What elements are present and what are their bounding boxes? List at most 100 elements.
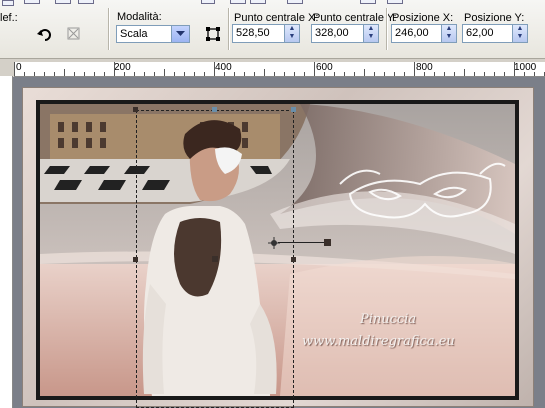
center-y-stepper[interactable]: ▲ ▼ (363, 25, 378, 42)
toolbar-icon-10[interactable] (387, 0, 403, 4)
ruler-tick (114, 62, 115, 76)
toolbar-icon-2[interactable] (24, 0, 40, 4)
down-arrow-icon[interactable]: ▼ (285, 33, 299, 41)
center-y-field[interactable]: 328,00 ▲ ▼ (311, 24, 379, 43)
ruler-tick (14, 62, 15, 76)
toolbar-icon-6[interactable] (230, 0, 246, 4)
ruler-tick (414, 62, 415, 76)
pos-y-label: Posizione Y: (464, 12, 525, 24)
selection-handle[interactable] (291, 107, 296, 112)
ruler-tick (134, 72, 135, 76)
toolbar-separator (386, 8, 388, 50)
pos-y-stepper[interactable]: ▲ ▼ (512, 25, 527, 42)
ruler-label: 1000 (514, 62, 537, 73)
mode-dropdown[interactable]: Scala (116, 25, 190, 43)
mode-label: Modalità: (117, 11, 162, 23)
center-x-field[interactable]: 528,50 ▲ ▼ (232, 24, 300, 43)
watermark-line2: www.maldiregrafica.eu (302, 334, 455, 349)
horizontal-ruler[interactable]: 0 200 400 600 800 1000 (14, 62, 545, 77)
pos-x-label: Posizione X: (392, 12, 454, 24)
ruler-tick (244, 72, 245, 76)
ruler-tick (84, 72, 85, 76)
ruler-tick (524, 72, 525, 76)
selection-handle[interactable] (212, 256, 218, 262)
pick-tool-icon[interactable] (205, 26, 221, 42)
center-x-value: 528,50 (236, 27, 270, 39)
center-x-label: Punto centrale X: (234, 12, 319, 24)
toolbar-separator (108, 8, 110, 50)
down-arrow-icon[interactable]: ▼ (364, 33, 378, 41)
pos-y-value: 62,00 (466, 27, 494, 39)
ruler-tick (454, 72, 455, 76)
mode-value: Scala (120, 28, 148, 40)
rotation-arm (278, 242, 326, 243)
down-arrow-icon[interactable]: ▼ (513, 33, 527, 41)
reset-icon[interactable] (66, 26, 82, 42)
ruler-label: 200 (114, 62, 131, 73)
up-arrow-icon[interactable]: ▲ (364, 25, 378, 33)
undo-arrow-icon[interactable] (36, 26, 54, 42)
tool-options-toolbar: lef.: Modalità: Scala Punto centrale X: … (0, 0, 545, 59)
ruler-tick (54, 72, 55, 76)
ruler-tick (474, 72, 475, 76)
ruler-tick (384, 72, 385, 76)
ruler-tick (504, 72, 505, 76)
down-arrow-icon[interactable]: ▼ (442, 33, 456, 41)
ruler-tick (424, 72, 425, 76)
cut-label: lef.: (0, 12, 18, 24)
ruler-tick (224, 72, 225, 76)
selection-handle[interactable] (133, 107, 138, 112)
ruler-tick (404, 72, 405, 76)
toolbar-icon-3[interactable] (55, 0, 71, 4)
rotation-pivot-icon[interactable] (268, 237, 280, 249)
ruler-tick (444, 72, 445, 76)
ruler-tick (294, 72, 295, 76)
ruler-tick (64, 69, 65, 76)
ruler-tick (44, 72, 45, 76)
pos-x-stepper[interactable]: ▲ ▼ (441, 25, 456, 42)
ruler-tick (124, 72, 125, 76)
pos-x-field[interactable]: 246,00 ▲ ▼ (391, 24, 457, 43)
ruler-tick (34, 72, 35, 76)
ruler-label: 0 (16, 62, 22, 73)
ruler-tick (374, 72, 375, 76)
rotation-handle[interactable] (324, 239, 331, 246)
toolbar-icon-9[interactable] (360, 0, 376, 4)
ruler-tick (204, 72, 205, 76)
up-arrow-icon[interactable]: ▲ (513, 25, 527, 33)
vertical-ruler[interactable] (0, 76, 13, 408)
ruler-tick (344, 72, 345, 76)
pos-y-field[interactable]: 62,00 ▲ ▼ (462, 24, 528, 43)
ruler-tick (304, 72, 305, 76)
ruler-tick (314, 62, 315, 76)
toolbar-separator (228, 8, 230, 50)
ruler-tick (334, 72, 335, 76)
ruler-tick (164, 69, 165, 76)
toolbar-icon-4[interactable] (78, 0, 94, 4)
ruler-tick (94, 72, 95, 76)
center-x-stepper[interactable]: ▲ ▼ (284, 25, 299, 42)
ruler-tick (144, 72, 145, 76)
pos-x-value: 246,00 (395, 27, 429, 39)
ruler-tick (494, 72, 495, 76)
toolbar-icon-7[interactable] (250, 0, 266, 4)
ruler-tick (24, 72, 25, 76)
ruler-tick (534, 72, 535, 76)
ruler-tick (354, 72, 355, 76)
up-arrow-icon[interactable]: ▲ (442, 25, 456, 33)
toolbar-icon-5[interactable] (201, 0, 215, 4)
ruler-tick (364, 69, 365, 76)
ruler-tick (174, 72, 175, 76)
ruler-tick (214, 62, 215, 76)
up-arrow-icon[interactable]: ▲ (285, 25, 299, 33)
selection-handle[interactable] (212, 107, 217, 112)
toolbar-icon-8[interactable] (287, 0, 303, 4)
chevron-down-icon[interactable] (171, 26, 189, 42)
ruler-tick (254, 72, 255, 76)
selection-handle[interactable] (133, 257, 138, 262)
selection-handle[interactable] (291, 257, 296, 262)
ruler-tick (104, 72, 105, 76)
toolbar-icon-1[interactable] (2, 0, 14, 6)
ruler-tick (154, 72, 155, 76)
ruler-tick (394, 72, 395, 76)
